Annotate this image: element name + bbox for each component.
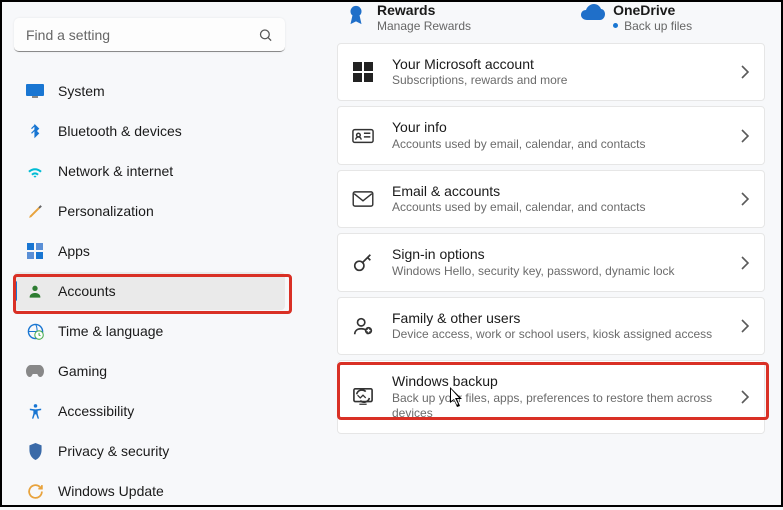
sidebar-item-label: Gaming	[58, 363, 107, 379]
sidebar-item-bluetooth[interactable]: Bluetooth & devices	[14, 112, 285, 150]
sidebar-item-label: Accessibility	[58, 403, 134, 419]
sidebar-item-system[interactable]: System	[14, 72, 285, 110]
backup-sync-icon	[352, 386, 374, 408]
card-title: Your Microsoft account	[392, 56, 722, 74]
onedrive-icon	[581, 4, 603, 26]
sidebar-item-label: Bluetooth & devices	[58, 123, 182, 139]
card-subtitle: Accounts used by email, calendar, and co…	[392, 137, 722, 152]
key-icon	[352, 252, 374, 274]
card-your-info[interactable]: Your info Accounts used by email, calend…	[337, 106, 765, 165]
card-email-accounts[interactable]: Email & accounts Accounts used by email,…	[337, 170, 765, 229]
rewards-subtitle: Manage Rewards	[377, 19, 471, 33]
gamepad-icon	[26, 362, 44, 380]
shield-icon	[26, 442, 44, 460]
card-windows-backup[interactable]: Windows backup Back up your files, apps,…	[337, 360, 765, 434]
chevron-right-icon	[740, 319, 750, 333]
sidebar-item-label: Windows Update	[58, 483, 164, 499]
rewards-title: Rewards	[377, 2, 471, 19]
chevron-right-icon	[740, 256, 750, 270]
apps-icon	[26, 242, 44, 260]
card-subtitle: Windows Hello, security key, password, d…	[392, 264, 722, 279]
card-title: Your info	[392, 119, 722, 137]
rewards-tile[interactable]: Rewards Manage Rewards	[345, 2, 471, 33]
sidebar-item-update[interactable]: Windows Update	[14, 472, 285, 510]
sidebar-item-label: Time & language	[58, 323, 163, 339]
sidebar-item-accounts[interactable]: Accounts	[14, 272, 285, 310]
sidebar-item-personalization[interactable]: Personalization	[14, 192, 285, 230]
sidebar-item-label: Privacy & security	[58, 443, 169, 459]
wifi-icon	[26, 162, 44, 180]
chevron-right-icon	[740, 390, 750, 404]
status-dot-icon	[613, 23, 618, 28]
chevron-right-icon	[740, 129, 750, 143]
card-subtitle: Accounts used by email, calendar, and co…	[392, 200, 722, 215]
rewards-icon	[345, 4, 367, 26]
card-title: Sign-in options	[392, 246, 722, 264]
card-microsoft-account[interactable]: Your Microsoft account Subscriptions, re…	[337, 43, 765, 102]
card-signin-options[interactable]: Sign-in options Windows Hello, security …	[337, 233, 765, 292]
card-subtitle: Device access, work or school users, kio…	[392, 327, 722, 342]
onedrive-tile[interactable]: OneDrive Back up files	[581, 2, 692, 33]
sidebar: System Bluetooth & devices Network & int…	[2, 2, 297, 505]
chevron-right-icon	[740, 65, 750, 79]
windows-icon	[352, 61, 374, 83]
card-subtitle: Subscriptions, rewards and more	[392, 73, 722, 88]
main-panel: Rewards Manage Rewards OneDrive Back up …	[297, 2, 781, 505]
sidebar-item-label: Apps	[58, 243, 90, 259]
card-title: Email & accounts	[392, 183, 722, 201]
person-add-icon	[352, 315, 374, 337]
sidebar-item-label: Accounts	[58, 283, 116, 299]
sidebar-item-label: System	[58, 83, 105, 99]
sidebar-item-privacy[interactable]: Privacy & security	[14, 432, 285, 470]
sidebar-item-network[interactable]: Network & internet	[14, 152, 285, 190]
sidebar-item-apps[interactable]: Apps	[14, 232, 285, 270]
sidebar-item-accessibility[interactable]: Accessibility	[14, 392, 285, 430]
globe-clock-icon	[26, 322, 44, 340]
card-title: Family & other users	[392, 310, 722, 328]
paintbrush-icon	[26, 202, 44, 220]
settings-nav: System Bluetooth & devices Network & int…	[14, 72, 285, 510]
chevron-right-icon	[740, 192, 750, 206]
card-subtitle: Back up your files, apps, preferences to…	[392, 391, 722, 421]
account-summary-row: Rewards Manage Rewards OneDrive Back up …	[337, 2, 765, 33]
sidebar-item-label: Personalization	[58, 203, 154, 219]
card-title: Windows backup	[392, 373, 722, 391]
onedrive-subtitle: Back up files	[613, 19, 692, 33]
display-icon	[26, 82, 44, 100]
settings-card-list: Your Microsoft account Subscriptions, re…	[337, 43, 765, 434]
search-input[interactable]	[14, 18, 285, 52]
search-box[interactable]	[14, 18, 285, 52]
person-icon	[26, 282, 44, 300]
id-card-icon	[352, 125, 374, 147]
sidebar-item-label: Network & internet	[58, 163, 173, 179]
bluetooth-icon	[26, 122, 44, 140]
sidebar-item-gaming[interactable]: Gaming	[14, 352, 285, 390]
update-icon	[26, 482, 44, 500]
accessibility-icon	[26, 402, 44, 420]
onedrive-title: OneDrive	[613, 2, 692, 19]
card-family-other-users[interactable]: Family & other users Device access, work…	[337, 297, 765, 356]
sidebar-item-time[interactable]: Time & language	[14, 312, 285, 350]
mail-icon	[352, 188, 374, 210]
